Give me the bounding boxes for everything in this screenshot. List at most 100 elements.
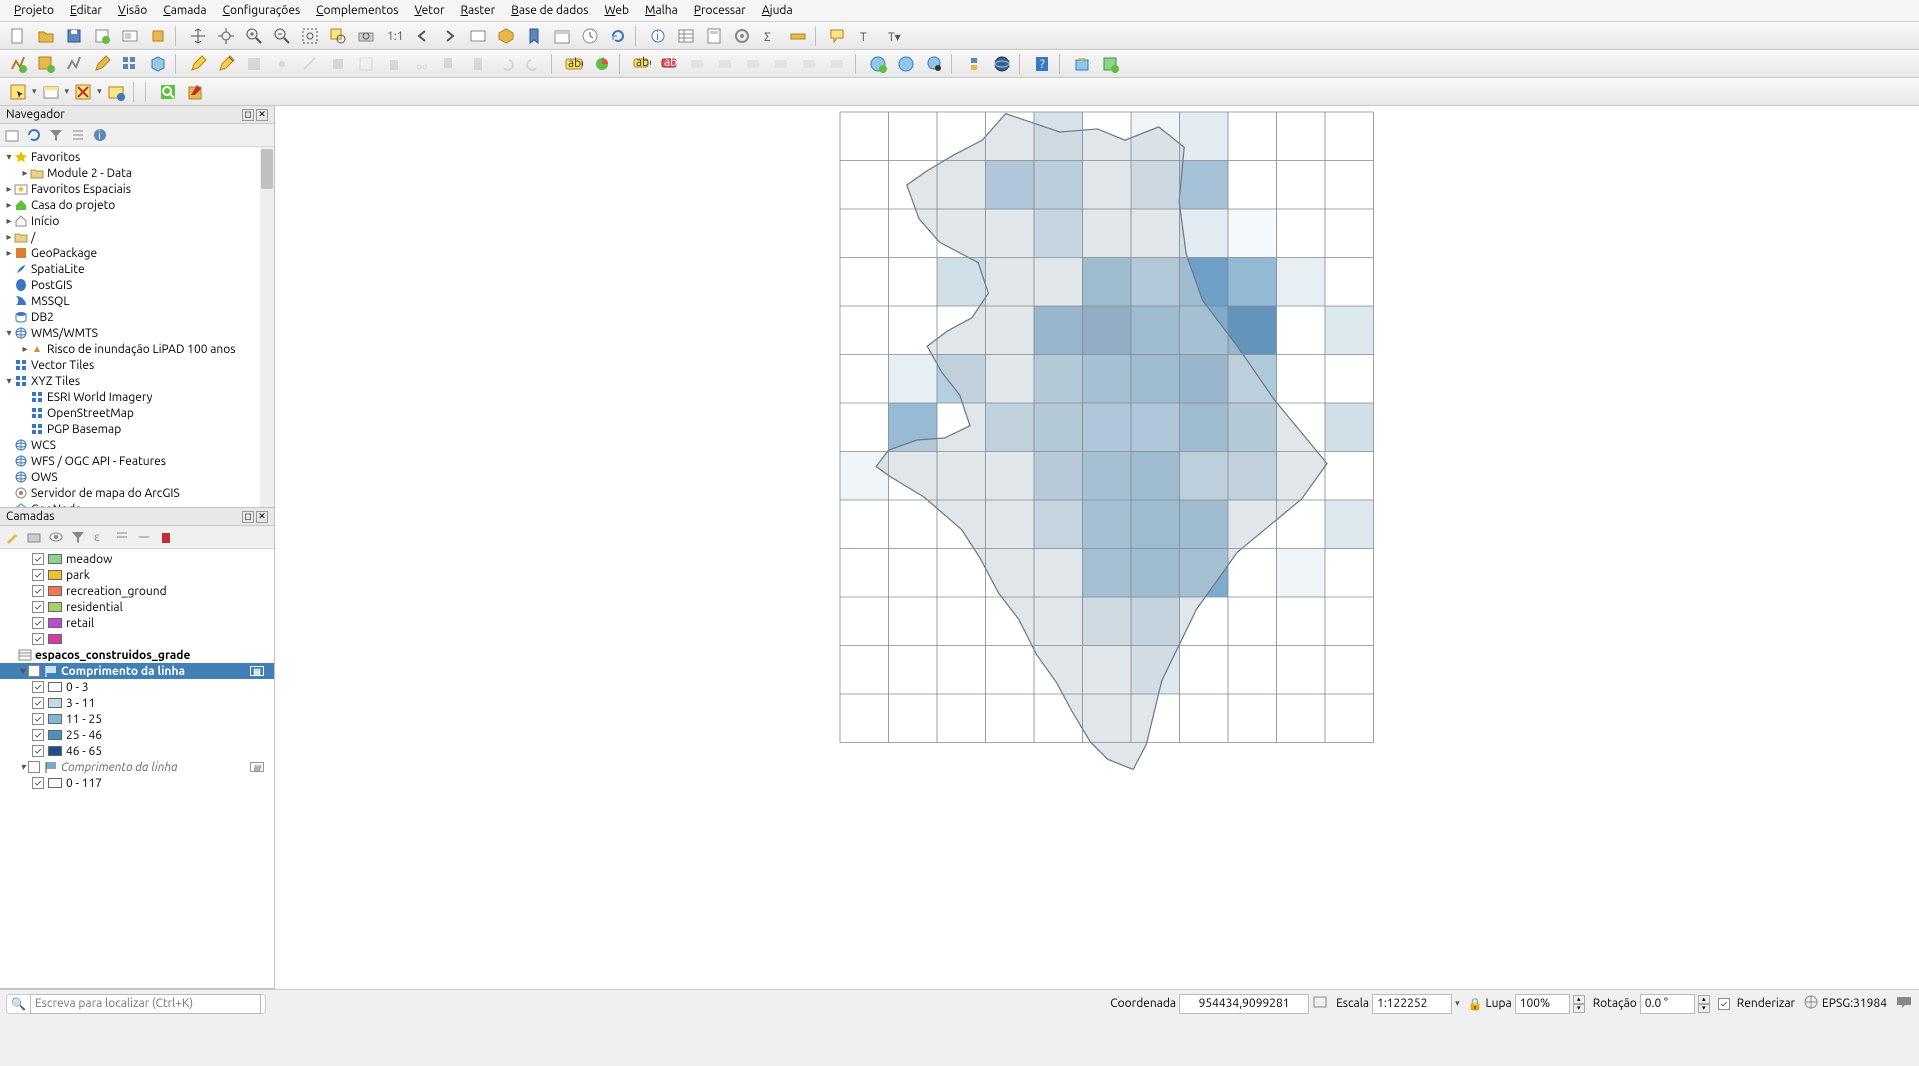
zoom-out-button[interactable] [269, 24, 295, 48]
layer-item[interactable]: ✓0 - 117 [0, 775, 274, 791]
menu-item-ajuda[interactable]: Ajuda [754, 2, 801, 19]
locator-bar[interactable]: 🔍 [6, 994, 266, 1014]
quick-search-icon[interactable] [155, 80, 181, 104]
label-abc-icon[interactable]: abc [561, 52, 587, 76]
browser-item[interactable]: PGP Basemap [0, 421, 274, 437]
layers-remove-icon[interactable] [158, 529, 174, 545]
locator-input[interactable] [30, 994, 261, 1014]
browser-collapse-icon[interactable] [70, 127, 86, 143]
pencil-edit-icon[interactable] [213, 52, 239, 76]
label-pin-icon[interactable]: abc [629, 52, 655, 76]
new-project-button[interactable] [5, 24, 31, 48]
zoom-next-button[interactable] [437, 24, 463, 48]
edit-toggle-button[interactable] [89, 52, 115, 76]
menu-item-camada[interactable]: Camada [155, 2, 214, 19]
browser-filter-icon[interactable] [48, 127, 64, 143]
browser-scrollbar[interactable] [260, 147, 274, 507]
layers-style-icon[interactable] [4, 529, 20, 545]
new-vector-button[interactable] [61, 52, 87, 76]
python-console-button[interactable] [961, 52, 987, 76]
layers-close-icon[interactable]: ✕ [256, 511, 268, 523]
menu-item-projeto[interactable]: Projeto [6, 2, 62, 19]
quick-edit-icon[interactable] [183, 80, 209, 104]
layer-item[interactable]: ✓park [0, 567, 274, 583]
zoom-selection-button[interactable] [325, 24, 351, 48]
layer-item[interactable]: ✓meadow [0, 551, 274, 567]
browser-item[interactable]: ▾Favoritos [0, 149, 274, 165]
browser-item[interactable]: WFS / OGC API - Features [0, 453, 274, 469]
layer-item[interactable]: ✓ [0, 631, 274, 647]
layers-collapse-icon[interactable] [136, 529, 152, 545]
field-calc-button[interactable] [701, 24, 727, 48]
layer-checkbox[interactable]: ✓ [32, 633, 44, 645]
add-point-button[interactable] [269, 52, 295, 76]
layers-expand-icon[interactable] [114, 529, 130, 545]
layer-checkbox[interactable]: ✓ [32, 681, 44, 693]
browser-item[interactable]: WCS [0, 437, 274, 453]
layers-filter-icon[interactable] [70, 529, 86, 545]
osm-search-icon[interactable] [893, 52, 919, 76]
browser-add-icon[interactable] [4, 127, 20, 143]
web-globe-icon[interactable] [989, 52, 1015, 76]
layer-checkbox[interactable]: ✓ [32, 729, 44, 741]
browser-tree[interactable]: ▾Favoritos▸Module 2 - Data▸Favoritos Esp… [0, 147, 274, 507]
label-tool7-icon[interactable] [825, 52, 851, 76]
menu-item-visão[interactable]: Visão [110, 2, 155, 19]
browser-item[interactable]: ESRI World Imagery [0, 389, 274, 405]
osm-search2-icon[interactable] [921, 52, 947, 76]
label-rotate-icon[interactable] [713, 52, 739, 76]
layers-undock-icon[interactable]: ◻ [242, 511, 254, 523]
browser-item[interactable]: GeoNode [0, 501, 274, 507]
browser-item[interactable]: ▸/ [0, 229, 274, 245]
open-project-button[interactable] [33, 24, 59, 48]
statistics-button[interactable]: Σ [757, 24, 783, 48]
temporal-button[interactable] [549, 24, 575, 48]
measure-button[interactable] [785, 24, 811, 48]
sel-location-icon[interactable] [103, 80, 129, 104]
layer-item[interactable]: ▾✓Comprimento da linha▤ [0, 663, 274, 679]
browser-item[interactable]: ▸Início [0, 213, 274, 229]
layers-tree[interactable]: ✓meadow✓park✓recreation_ground✓residenti… [0, 549, 274, 988]
browser-item[interactable]: ▸Risco de inundação LiPAD 100 anos [0, 341, 274, 357]
browser-item[interactable]: MSSQL [0, 293, 274, 309]
browser-undock-icon[interactable]: ◻ [242, 109, 254, 121]
layers-expr-icon[interactable]: ε [92, 529, 108, 545]
browser-refresh-icon[interactable] [26, 127, 42, 143]
sel-rect-icon[interactable] [5, 80, 31, 104]
zoom-last-button[interactable] [409, 24, 435, 48]
browser-item[interactable]: ▸Favoritos Espaciais [0, 181, 274, 197]
browser-close-icon[interactable]: ✕ [256, 109, 268, 121]
modify-attrs-button[interactable] [353, 52, 379, 76]
sel-value-icon[interactable] [38, 80, 64, 104]
map-canvas[interactable] [275, 106, 1919, 989]
polygon-tool-icon[interactable] [145, 52, 171, 76]
browser-item[interactable]: SpatiaLite [0, 261, 274, 277]
add-polygon-button[interactable] [325, 52, 351, 76]
layer-checkbox[interactable]: ✓ [32, 697, 44, 709]
layer-item[interactable]: ▾Comprimento da linha▤ [0, 759, 274, 775]
zoom-layer-button[interactable] [353, 24, 379, 48]
maptips-button[interactable] [825, 24, 851, 48]
layer-checkbox[interactable]: ✓ [32, 585, 44, 597]
layers-add-group-icon[interactable] [26, 529, 42, 545]
browser-item[interactable]: ▾WMS/WMTS [0, 325, 274, 341]
layer-checkbox[interactable]: ✓ [32, 713, 44, 725]
feature-grid-icon[interactable] [117, 52, 143, 76]
new-map-view-button[interactable] [465, 24, 491, 48]
menu-item-malha[interactable]: Malha [637, 2, 686, 19]
layer-checkbox[interactable]: ✓ [32, 601, 44, 613]
new-bookmark-button[interactable] [521, 24, 547, 48]
paste-features-button[interactable] [465, 52, 491, 76]
browser-item[interactable]: ▸Casa do projeto [0, 197, 274, 213]
layer-item[interactable]: ✓11 - 25 [0, 711, 274, 727]
menu-item-web[interactable]: Web [596, 2, 637, 19]
browser-item[interactable]: ▸GeoPackage [0, 245, 274, 261]
refresh-button[interactable] [605, 24, 631, 48]
redo-button[interactable] [521, 52, 547, 76]
label-change-icon[interactable] [741, 52, 767, 76]
menu-item-base-de-dados[interactable]: Base de dados [503, 2, 596, 19]
label-diagram-icon[interactable] [589, 52, 615, 76]
clock-icon[interactable] [577, 24, 603, 48]
layout-manager-button[interactable] [117, 24, 143, 48]
copy-features-button[interactable] [437, 52, 463, 76]
